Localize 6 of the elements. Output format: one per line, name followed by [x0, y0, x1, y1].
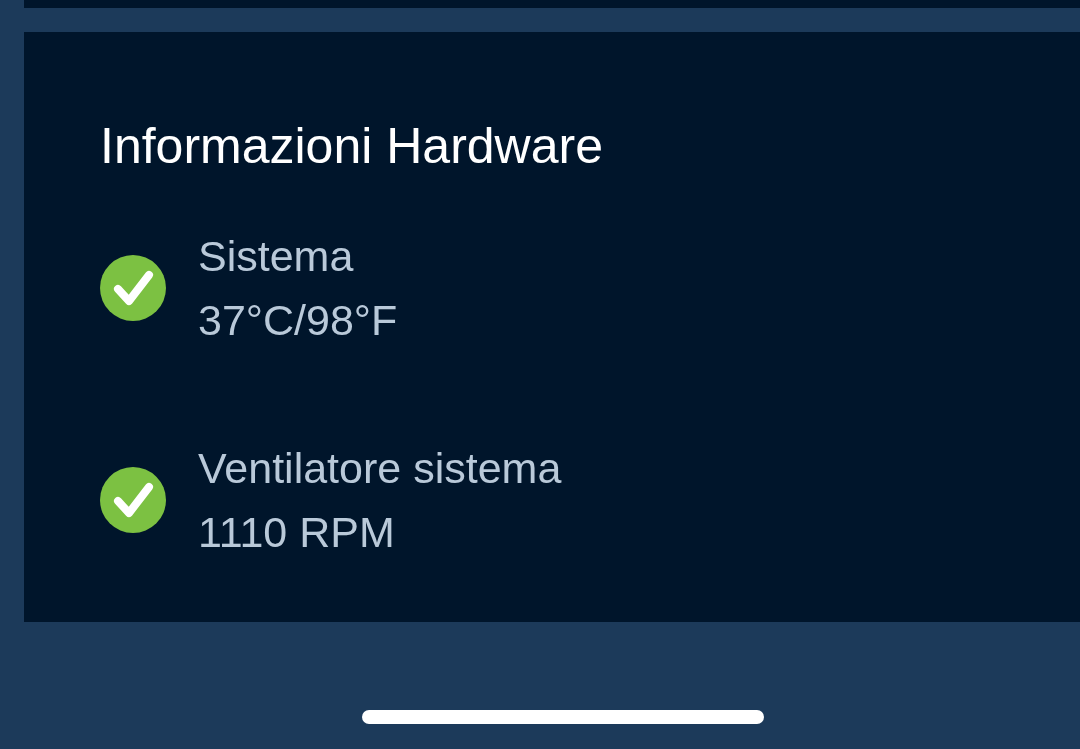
sensor-label: Sistema: [198, 231, 355, 282]
sensor-label: Ventilatore sistema: [198, 443, 562, 494]
home-indicator[interactable]: [362, 710, 764, 724]
sensor-value: 1110 RPM: [198, 507, 396, 558]
section-title: Informazioni Hardware: [100, 118, 603, 174]
sensor-value: 37°C/98°F: [198, 295, 398, 346]
